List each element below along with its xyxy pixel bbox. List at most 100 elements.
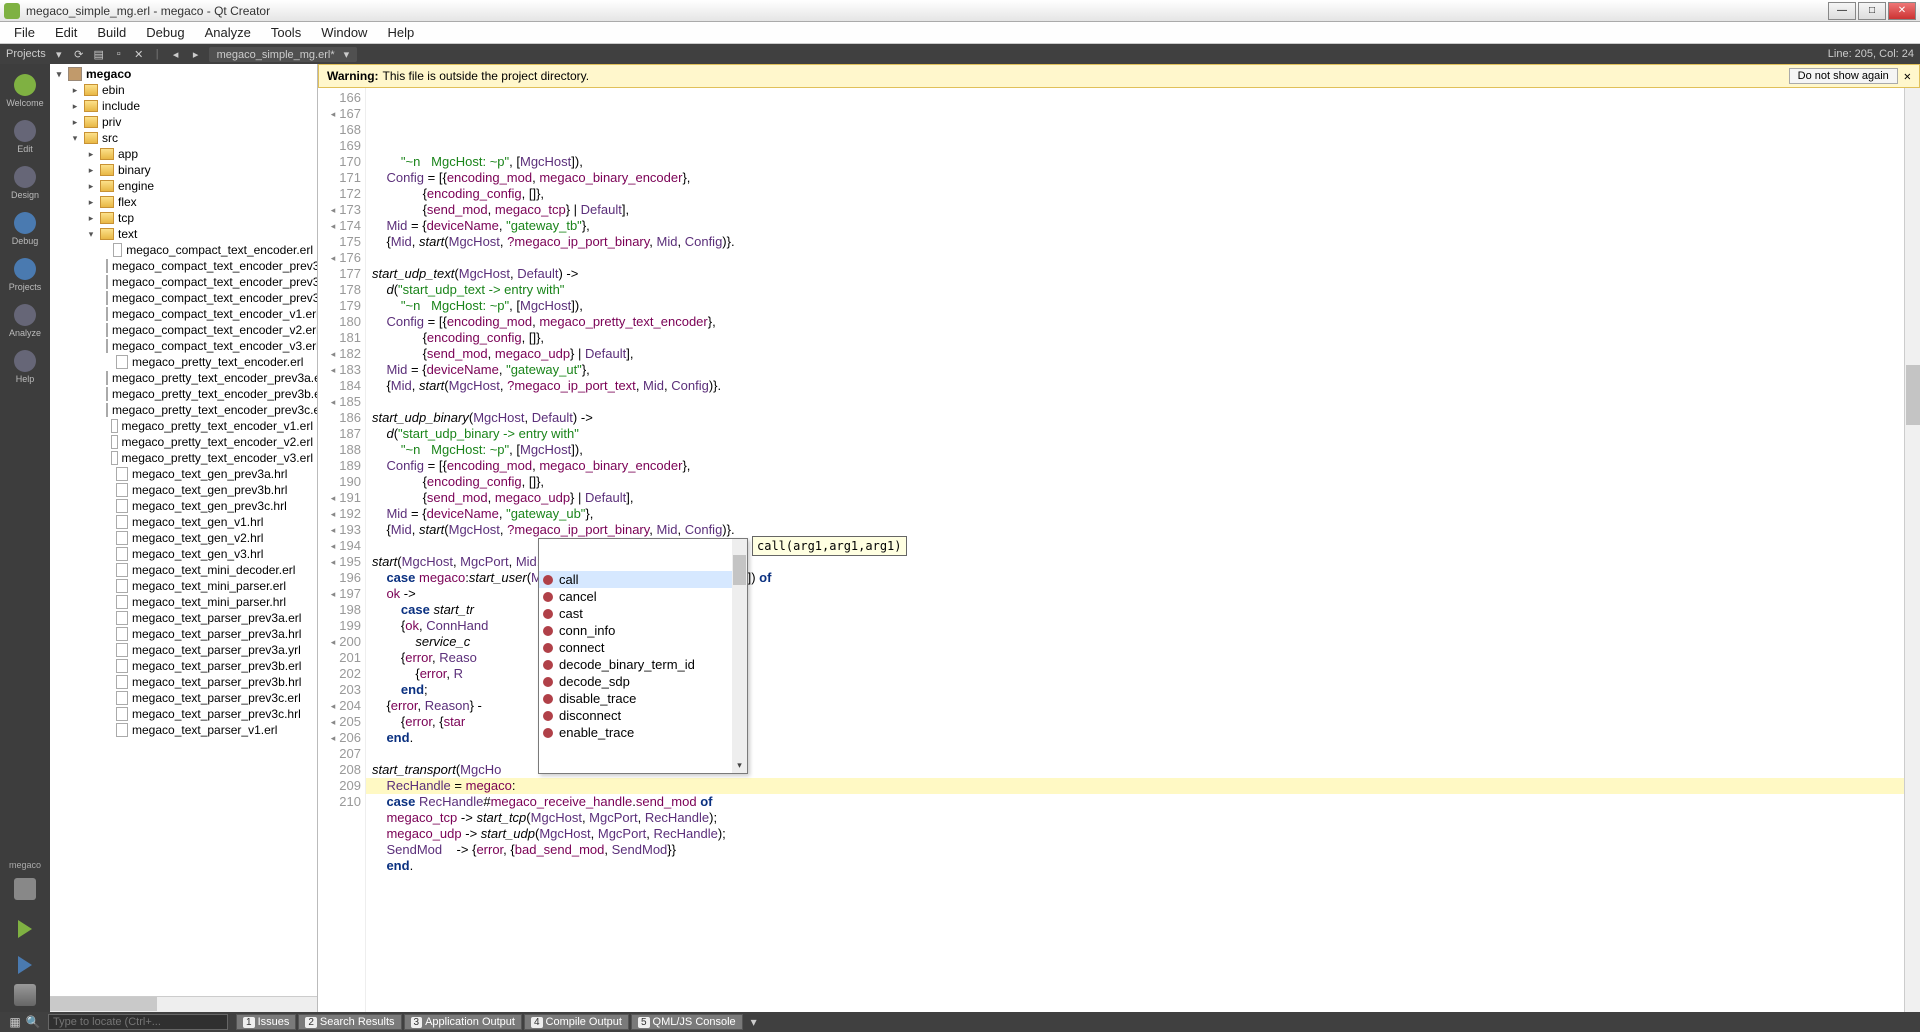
code-line[interactable]: {encoding_config, []}, <box>372 330 1904 346</box>
code-line[interactable]: RecHandle = megaco: <box>366 778 1904 794</box>
tree-item[interactable]: megaco_text_gen_prev3c.hrl <box>50 498 317 514</box>
project-tree[interactable]: ▾megaco▸ebin▸include▸priv▾src▸app▸binary… <box>50 64 317 996</box>
code-line[interactable]: Mid = {deviceName, "gateway_ub"}, <box>372 506 1904 522</box>
code-line[interactable]: {Mid, start(MgcHost, ?megaco_ip_port_bin… <box>372 522 1904 538</box>
tree-item[interactable]: megaco_compact_text_encoder_v3.erl <box>50 338 317 354</box>
tree-toggle-icon[interactable]: ▾ <box>70 133 80 144</box>
tree-scrollbar[interactable] <box>50 996 317 1012</box>
maximize-button[interactable]: □ <box>1858 2 1886 20</box>
projects-selector-label[interactable]: Projects <box>6 48 46 60</box>
tree-item[interactable]: megaco_text_gen_prev3a.hrl <box>50 466 317 482</box>
completion-item[interactable]: disconnect <box>539 707 747 724</box>
code-line[interactable]: {Mid, start(MgcHost, ?megaco_ip_port_bin… <box>372 234 1904 250</box>
tree-item[interactable]: megaco_pretty_text_encoder_prev3c.erl <box>50 402 317 418</box>
tree-item[interactable]: megaco_text_parser_prev3a.hrl <box>50 626 317 642</box>
tree-item[interactable]: megaco_compact_text_encoder.erl <box>50 242 317 258</box>
tree-item[interactable]: megaco_pretty_text_encoder_v1.erl <box>50 418 317 434</box>
menu-tools[interactable]: Tools <box>261 23 311 42</box>
nav-back-icon[interactable]: ◂ <box>169 47 183 61</box>
run-button[interactable] <box>13 912 37 936</box>
menu-file[interactable]: File <box>4 23 45 42</box>
mode-analyze[interactable]: Analyze <box>4 300 46 342</box>
output-tab-application-output[interactable]: 3Application Output <box>404 1014 522 1030</box>
locator-input[interactable] <box>48 1014 228 1030</box>
code-line[interactable]: d("start_udp_binary -> entry with" <box>372 426 1904 442</box>
code-line[interactable]: SendMod -> {error, {bad_send_mod, SendMo… <box>372 842 1904 858</box>
bottom-search-icon[interactable]: 🔍 <box>26 1015 40 1029</box>
tree-item[interactable]: ▾src <box>50 130 317 146</box>
mode-help[interactable]: Help <box>4 346 46 388</box>
nav-forward-icon[interactable]: ▸ <box>189 47 203 61</box>
tree-item[interactable]: megaco_text_parser_prev3a.erl <box>50 610 317 626</box>
tree-item[interactable]: ▸app <box>50 146 317 162</box>
mode-projects[interactable]: Projects <box>4 254 46 296</box>
completion-item[interactable]: disable_trace <box>539 690 747 707</box>
mode-welcome[interactable]: Welcome <box>4 70 46 112</box>
code-line[interactable]: {send_mod, megaco_tcp} | Default], <box>372 202 1904 218</box>
do-not-show-button[interactable]: Do not show again <box>1789 68 1898 84</box>
tree-item[interactable]: ▸engine <box>50 178 317 194</box>
code-line[interactable] <box>372 250 1904 266</box>
code-line[interactable]: Config = [{encoding_mod, megaco_binary_e… <box>372 458 1904 474</box>
tree-item[interactable]: megaco_text_parser_prev3c.hrl <box>50 706 317 722</box>
tree-toggle-icon[interactable]: ▸ <box>70 85 80 96</box>
tree-item[interactable]: megaco_pretty_text_encoder.erl <box>50 354 317 370</box>
tree-item[interactable]: ▸priv <box>50 114 317 130</box>
code-line[interactable]: {send_mod, megaco_udp} | Default], <box>372 490 1904 506</box>
code-line[interactable]: "~n MgcHost: ~p", [MgcHost]), <box>372 442 1904 458</box>
completion-scrollbar[interactable]: ▴ ▾ <box>732 539 747 773</box>
mode-edit[interactable]: Edit <box>4 116 46 158</box>
tree-item[interactable]: megaco_text_parser_prev3b.erl <box>50 658 317 674</box>
tree-item[interactable]: megaco_pretty_text_encoder_v2.erl <box>50 434 317 450</box>
code-line[interactable]: {encoding_config, []}, <box>372 474 1904 490</box>
code-lines[interactable]: call(arg1,arg1,arg1) "~n MgcHost: ~p", [… <box>366 88 1904 1012</box>
tree-item[interactable]: megaco_text_gen_prev3b.hrl <box>50 482 317 498</box>
tree-item[interactable]: megaco_text_parser_prev3c.erl <box>50 690 317 706</box>
tree-toggle-icon[interactable]: ▾ <box>86 229 96 240</box>
tree-item[interactable]: ▸include <box>50 98 317 114</box>
completion-item[interactable]: decode_sdp <box>539 673 747 690</box>
code-line[interactable]: case RecHandle#megaco_receive_handle.sen… <box>372 794 1904 810</box>
tree-item[interactable]: megaco_text_parser_prev3b.hrl <box>50 674 317 690</box>
dropdown-icon[interactable]: ▾ <box>52 47 66 61</box>
tree-item[interactable]: ▸binary <box>50 162 317 178</box>
tree-item[interactable]: megaco_text_mini_decoder.erl <box>50 562 317 578</box>
tree-item[interactable]: megaco_text_gen_v3.hrl <box>50 546 317 562</box>
tree-item[interactable]: megaco_pretty_text_encoder_v3.erl <box>50 450 317 466</box>
menu-build[interactable]: Build <box>87 23 136 42</box>
tree-item[interactable]: megaco_text_mini_parser.hrl <box>50 594 317 610</box>
completion-item[interactable]: cast <box>539 605 747 622</box>
code-line[interactable] <box>372 394 1904 410</box>
mode-design[interactable]: Design <box>4 162 46 204</box>
tree-item[interactable]: megaco_compact_text_encoder_v2.erl <box>50 322 317 338</box>
tree-item[interactable]: megaco_text_parser_prev3a.yrl <box>50 642 317 658</box>
build-button[interactable] <box>14 984 36 1006</box>
code-line[interactable]: end. <box>372 858 1904 874</box>
menu-help[interactable]: Help <box>377 23 424 42</box>
close-button[interactable]: ✕ <box>1888 2 1916 20</box>
completion-item[interactable]: call <box>539 571 747 588</box>
code-line[interactable]: Mid = {deviceName, "gateway_ut"}, <box>372 362 1904 378</box>
open-document-selector[interactable]: megaco_simple_mg.erl* ▾ <box>209 47 358 62</box>
tree-item[interactable]: megaco_text_parser_v1.erl <box>50 722 317 738</box>
code-line[interactable]: Mid = {deviceName, "gateway_tb"}, <box>372 218 1904 234</box>
code-line[interactable]: {encoding_config, []}, <box>372 186 1904 202</box>
code-line[interactable]: megaco_tcp -> start_tcp(MgcHost, MgcPort… <box>372 810 1904 826</box>
toolbar-filter-icon[interactable]: ▤ <box>92 47 106 61</box>
code-area[interactable]: 166◂167168169170171172◂173◂174175◂176177… <box>318 88 1920 1012</box>
code-line[interactable]: {Mid, start(MgcHost, ?megaco_ip_port_tex… <box>372 378 1904 394</box>
tree-item[interactable]: megaco_compact_text_encoder_prev3c.erl <box>50 290 317 306</box>
tree-item[interactable]: ▾megaco <box>50 66 317 82</box>
completion-popup[interactable]: callcancelcastconn_infoconnectdecode_bin… <box>538 538 748 774</box>
project-label[interactable]: megaco <box>7 858 43 872</box>
code-line[interactable]: start_udp_text(MgcHost, Default) -> <box>372 266 1904 282</box>
completion-item[interactable]: cancel <box>539 588 747 605</box>
tree-item[interactable]: ▸tcp <box>50 210 317 226</box>
minimize-button[interactable]: — <box>1828 2 1856 20</box>
tree-item[interactable]: ▸ebin <box>50 82 317 98</box>
tree-item[interactable]: megaco_text_gen_v1.hrl <box>50 514 317 530</box>
completion-item[interactable]: connect <box>539 639 747 656</box>
code-line[interactable]: "~n MgcHost: ~p", [MgcHost]), <box>372 154 1904 170</box>
tree-item[interactable]: megaco_pretty_text_encoder_prev3b.erl <box>50 386 317 402</box>
tree-toggle-icon[interactable]: ▸ <box>86 165 96 176</box>
